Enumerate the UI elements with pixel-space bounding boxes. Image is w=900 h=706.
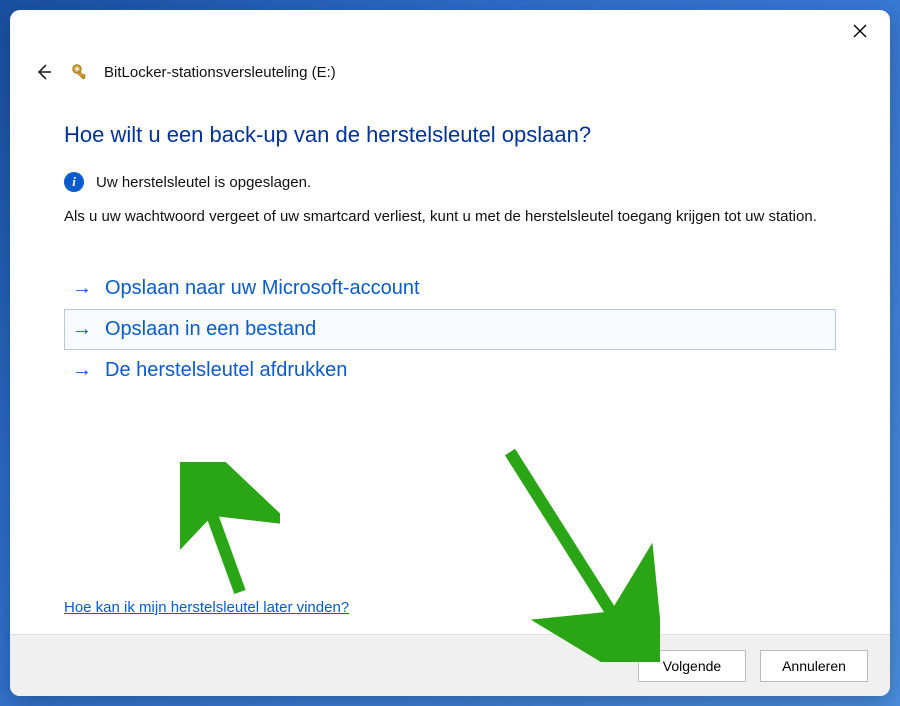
dialog-footer: Volgende Annuleren: [10, 634, 890, 696]
arrow-right-icon: →: [71, 277, 93, 300]
option-label: Opslaan naar uw Microsoft-account: [105, 277, 420, 300]
titlebar: [10, 10, 890, 52]
option-save-ms-account[interactable]: → Opslaan naar uw Microsoft-account: [64, 268, 836, 309]
option-save-to-file[interactable]: → Opslaan in een bestand: [64, 309, 836, 350]
body-text: Als u uw wachtwoord vergeet of uw smartc…: [64, 206, 824, 228]
bitlocker-dialog: BitLocker-stationsversleuteling (E:) Hoe…: [10, 10, 890, 696]
option-label: De herstelsleutel afdrukken: [105, 359, 347, 382]
annotation-arrow-down: [490, 442, 660, 662]
info-text: Uw herstelsleutel is opgeslagen.: [96, 174, 311, 191]
cancel-button[interactable]: Annuleren: [760, 650, 868, 682]
help-link[interactable]: Hoe kan ik mijn herstelsleutel later vin…: [64, 599, 349, 616]
option-print-key[interactable]: → De herstelsleutel afdrukken: [64, 350, 836, 391]
option-label: Opslaan in een bestand: [105, 318, 316, 341]
info-row: i Uw herstelsleutel is opgeslagen.: [64, 172, 836, 192]
close-icon: [853, 24, 867, 38]
arrow-right-icon: →: [71, 318, 93, 341]
desktop-background: BitLocker-stationsversleuteling (E:) Hoe…: [0, 0, 900, 706]
back-button[interactable]: [32, 60, 56, 84]
next-button[interactable]: Volgende: [638, 650, 746, 682]
close-button[interactable]: [842, 13, 878, 49]
page-heading: Hoe wilt u een back-up van de herstelsle…: [64, 122, 836, 148]
back-arrow-icon: [34, 62, 54, 82]
header-row: BitLocker-stationsversleuteling (E:): [10, 52, 890, 92]
bitlocker-key-icon: [70, 62, 90, 82]
arrow-right-icon: →: [71, 359, 93, 382]
recovery-option-list: → Opslaan naar uw Microsoft-account → Op…: [64, 268, 836, 391]
info-icon: i: [64, 172, 84, 192]
window-title: BitLocker-stationsversleuteling (E:): [104, 64, 336, 81]
dialog-content: Hoe wilt u een back-up van de herstelsle…: [10, 92, 890, 634]
annotation-arrow-up: [180, 462, 280, 602]
